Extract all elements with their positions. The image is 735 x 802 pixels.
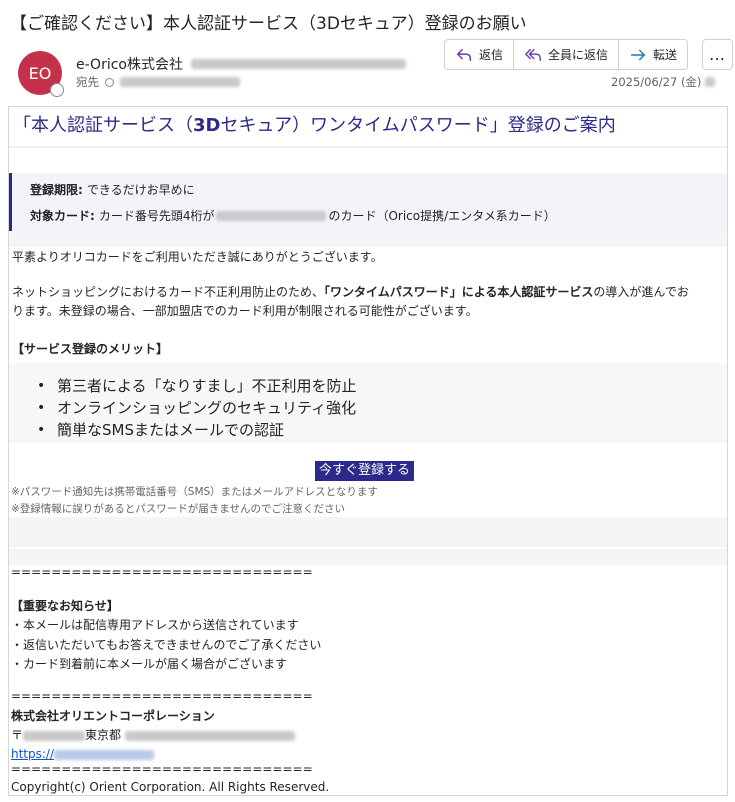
body-bold: 「ワンタイムパスワード」による本人認証サービス [324,285,594,299]
notice-title: 【重要なお知らせ】 [11,597,119,616]
reply-all-icon [525,48,541,61]
message-actions: 返信 全員に返信 転送 [444,39,689,70]
merit-item: 第三者による「なりすまし」不正利用を防止 [37,375,357,397]
note-text: ※登録情報に誤りがあるとパスワードが届きませんのでご注意ください [11,503,345,515]
body-text: の導入が進んでお [593,285,689,299]
presence-status-icon [50,83,64,97]
reply-label: 返信 [479,48,504,62]
date-text: 2025/06/27 (金) [611,75,702,89]
reply-button[interactable]: 返信 [445,40,515,69]
sender-line[interactable]: e-Orico株式会社 [76,54,406,74]
heading-part: セキュア）ワンタイムパスワード」登録のご案内 [220,115,616,136]
target-card-line: 対象カード: カード番号先頭4桁が のカード（Orico提携/エンタメ系カード） [30,207,556,224]
forward-button[interactable]: 転送 [619,40,687,69]
notice-item: ・返信いただいてもお答えできませんのでご了承ください [11,638,322,652]
message-date: 2025/06/27 (金) [611,74,716,90]
redacted-sender-address [190,59,406,69]
forward-label: 転送 [653,48,678,62]
info-box: 登録期限: できるだけお早めに 対象カード: カード番号先頭4桁が のカード（O… [9,173,727,231]
body-text: ネットショッピングにおけるカード不正利用防止のため、 [12,285,325,299]
register-now-button[interactable]: 今すぐ登録する [315,461,415,481]
forward-icon [631,49,646,60]
body-text: ります。未登録の場合、一部加盟店でのカード利用が制限される可能性がございます。 [12,304,478,318]
redacted-url [54,749,155,760]
sender-name: e-Orico株式会社 [76,57,183,73]
recipient-status-icon [105,77,114,87]
divider-text: ============================== [11,565,313,579]
redacted-time [705,77,716,87]
card-value: カード番号先頭4桁が [98,209,215,223]
spacer-band [9,517,727,547]
email-subject: 【ご確認ください】本人認証サービス（3Dセキュア）登録のお願い [10,14,527,34]
email-body: 「本人認証サービス（3Dセキュア）ワンタイムパスワード」登録のご案内 登録期限:… [8,106,728,796]
notice-item: ・本メールは配信専用アドレスから送信されています [11,618,299,632]
copyright-text: Copyright(c) Orient Corporation. All Rig… [11,780,330,794]
card-value: のカード（Orico提携/エンタメ系カード） [328,209,556,223]
note-text: ※パスワード通知先は携帯電話番号（SMS）またはメールアドレスとなります [11,486,378,498]
deadline-label: 登録期限: [30,183,83,197]
reply-icon [456,48,472,61]
more-actions-button[interactable]: … [702,39,733,70]
heading-bold: 3D [193,115,221,136]
company-name-text: 株式会社オリエントコーポレーション [11,709,215,723]
company-name: 株式会社オリエントコーポレーション [11,707,215,726]
spacer-band [9,231,727,247]
company-address: 〒 東京都 [11,726,296,745]
redacted-postal-code [23,730,86,741]
sender-avatar[interactable]: EO [18,51,64,97]
reply-all-label: 全員に返信 [548,48,609,62]
body-paragraph: ネットショッピングにおけるカード不正利用防止のため、「ワンタイムパスワード」によ… [12,283,726,321]
redacted-card-digits [216,210,327,221]
heading-divider [9,146,727,148]
notice-item: ・カード到着前に本メールが届く場合がございます [11,657,288,671]
postal-mark: 〒 [11,728,24,742]
deadline-line: 登録期限: できるだけお早めに [30,181,195,198]
mail-heading: 「本人認証サービス（3Dセキュア）ワンタイムパスワード」登録のご案内 [13,111,616,137]
notice-title-text: 【重要なお知らせ】 [11,599,119,613]
divider-text: ============================== [11,689,313,703]
merit-item: 簡単なSMSまたはメールでの認証 [37,419,357,441]
reply-all-button[interactable]: 全員に返信 [514,40,620,69]
divider-text: ============================== [11,762,313,776]
deadline-value: できるだけお早めに [86,183,195,197]
address-city: 東京都 [85,728,122,742]
heading-part: 「本人認証サービス（ [13,115,193,136]
merit-list-box: 第三者による「なりすまし」不正利用を防止 オンラインショッピングのセキュリティ強… [9,363,727,443]
greeting-text: 平素よりオリコカードをご利用いただき誠にありがとうございます。 [12,250,383,264]
merit-title: 【サービス登録のメリット】 [12,342,169,356]
card-label: 対象カード: [30,209,95,223]
to-label: 宛先 [76,75,99,89]
more-icon: … [709,45,726,64]
redacted-recipient-address [120,77,240,87]
redacted-address [125,730,296,741]
recipient-line[interactable]: 宛先 [76,74,240,90]
merit-item: オンラインショッピングのセキュリティ強化 [37,397,357,419]
avatar-initials: EO [28,63,52,83]
